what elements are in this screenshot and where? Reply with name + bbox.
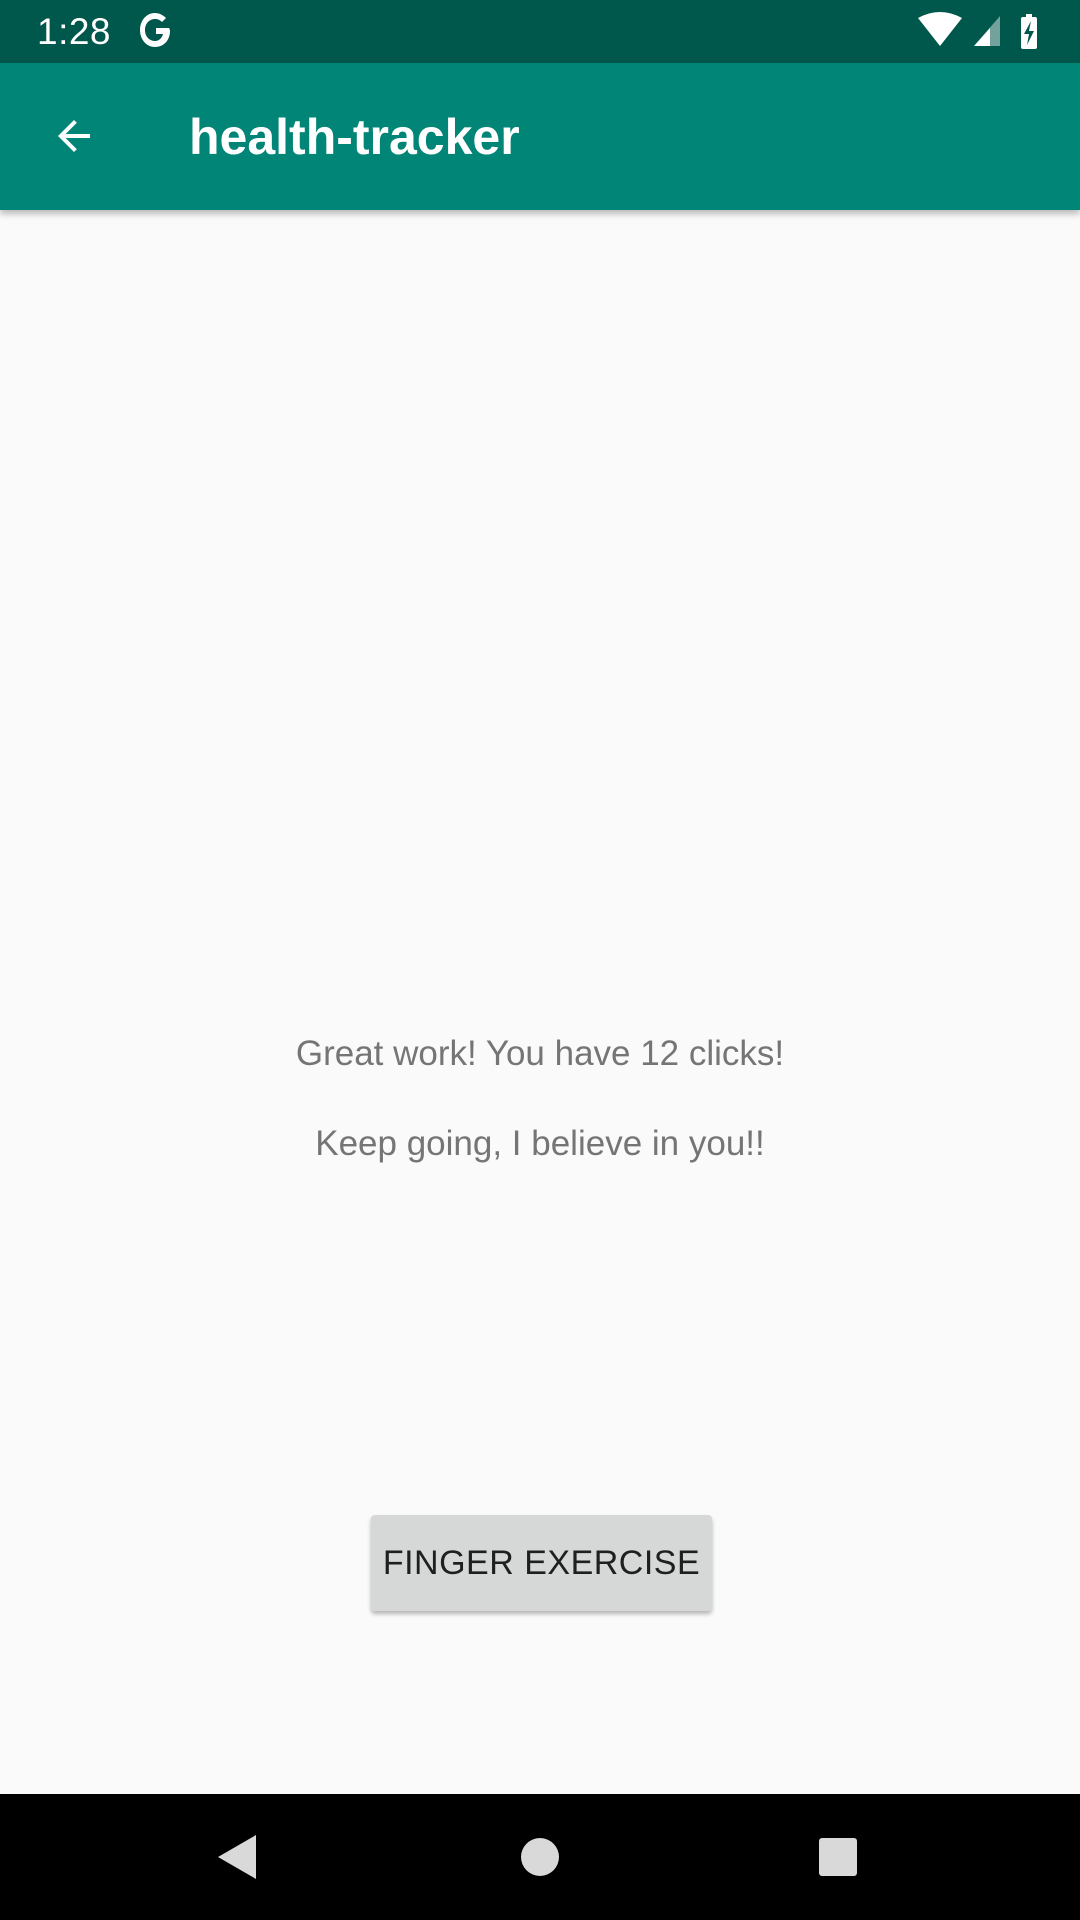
back-triangle-icon [218,1835,256,1879]
battery-charging-icon [1021,14,1037,49]
back-button[interactable] [26,88,122,184]
wifi-icon [918,12,962,46]
recents-square-icon [819,1838,857,1876]
finger-exercise-button[interactable]: FINGER EXERCISE [371,1515,712,1611]
status-icons [918,12,1050,52]
page-title: health-tracker [189,109,520,165]
navigation-bar [0,1794,1080,1920]
nav-back-button[interactable] [168,1794,308,1920]
status-bar: 1:28 [0,0,1080,63]
status-time: 1:28 [37,11,112,52]
nav-home-button[interactable] [470,1794,610,1920]
google-g-icon [140,13,170,47]
app-bar: health-tracker [0,63,1080,210]
cellular-signal-icon [974,16,1000,46]
clicks-message: Great work! You have 12 clicks! [295,1034,785,1073]
home-circle-icon [521,1838,559,1876]
encouragement-message: Keep going, I believe in you!! [315,1124,765,1163]
arrow-back-icon [58,120,90,152]
nav-recents-button[interactable] [768,1794,908,1920]
